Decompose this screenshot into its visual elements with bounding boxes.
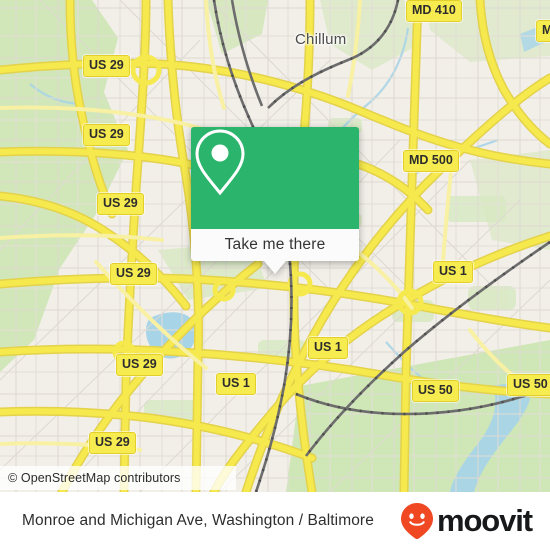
callout-pointer-tail bbox=[264, 261, 286, 274]
route-shield-us-29-c: US 29 bbox=[97, 193, 144, 215]
route-shield-md-500: MD 500 bbox=[403, 150, 459, 172]
route-shield-us-29-d: US 29 bbox=[110, 263, 157, 285]
route-shield-us-29-a: US 29 bbox=[83, 55, 130, 77]
moovit-logo[interactable]: moovit bbox=[400, 502, 550, 540]
moovit-wordmark: moovit bbox=[436, 502, 533, 538]
moovit-map-screenshot: Chillum MD 410 M US 29 US 29 MD 500 US 2… bbox=[0, 0, 550, 550]
route-shield-us-29-b: US 29 bbox=[83, 124, 130, 146]
route-shield-us-29-f: US 29 bbox=[89, 432, 136, 454]
attribution-text: © OpenStreetMap contributors bbox=[8, 471, 181, 485]
route-shield-us-29-e: US 29 bbox=[116, 354, 163, 376]
route-shield-md-410: MD 410 bbox=[406, 0, 462, 22]
callout-action-bar[interactable]: Take me there bbox=[191, 229, 359, 261]
location-callout[interactable]: Take me there bbox=[191, 127, 359, 274]
callout-header bbox=[191, 127, 359, 229]
route-shield-us-1-c: US 1 bbox=[216, 373, 256, 395]
route-shield-us-1-b: US 1 bbox=[308, 337, 348, 359]
route-shield-us-50-b: US 50 bbox=[507, 374, 550, 396]
location-pin-icon bbox=[195, 129, 245, 196]
route-shield-us-50-a: US 50 bbox=[412, 380, 459, 402]
moovit-smiley-pin-icon bbox=[400, 503, 433, 539]
take-me-there-label: Take me there bbox=[224, 236, 326, 253]
location-address-label: Monroe and Michigan Ave, Washington / Ba… bbox=[22, 512, 374, 529]
city-label-chillum: Chillum bbox=[295, 31, 347, 48]
route-shield-us-1-a: US 1 bbox=[433, 261, 473, 283]
map-attribution: © OpenStreetMap contributors bbox=[0, 466, 236, 490]
footer-bar: Monroe and Michigan Ave, Washington / Ba… bbox=[0, 492, 550, 550]
route-shield-md-clipped: M bbox=[536, 20, 550, 42]
map-canvas[interactable]: Chillum MD 410 M US 29 US 29 MD 500 US 2… bbox=[0, 0, 550, 492]
